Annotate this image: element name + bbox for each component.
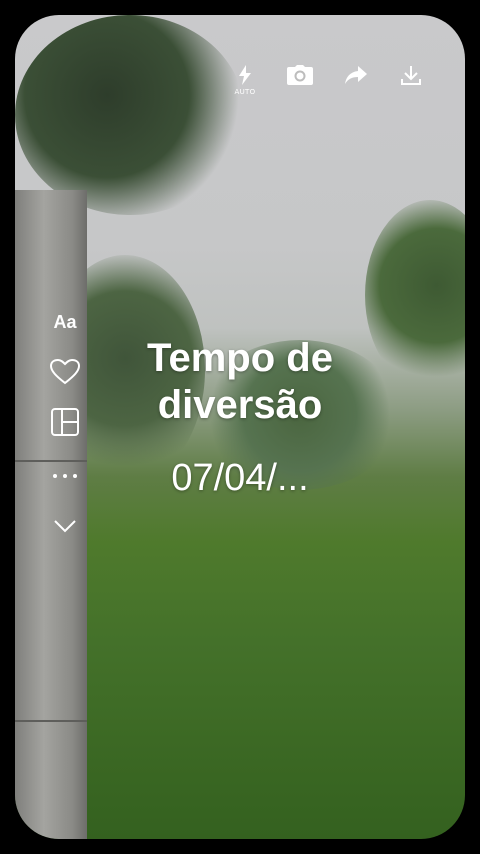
chevron-down-icon [54, 520, 76, 533]
camera-icon [287, 65, 314, 85]
text-style-icon: Aa [53, 311, 77, 332]
flash-icon [239, 65, 251, 85]
layout-icon [51, 408, 79, 436]
download-icon [400, 66, 421, 85]
collapse-button[interactable] [47, 508, 83, 544]
text-style-button[interactable]: Aa [47, 304, 83, 340]
flash-mode-label: AUTO [234, 88, 256, 96]
share-icon [344, 66, 367, 84]
heart-icon [50, 359, 80, 385]
tree-foliage [15, 15, 245, 215]
share-button[interactable] [339, 58, 373, 92]
flash-button[interactable]: AUTO [228, 58, 262, 96]
overlay-date: 07/04/... [171, 457, 309, 499]
overlay-title: Tempo de diversão [147, 336, 333, 427]
layout-button[interactable] [47, 404, 83, 440]
more-button[interactable] [47, 458, 83, 494]
camera-button[interactable] [283, 58, 317, 92]
tree-foliage [365, 200, 465, 390]
more-icon [53, 474, 77, 478]
download-button[interactable] [394, 58, 428, 92]
favorite-button[interactable] [47, 354, 83, 390]
side-toolbar: Aa [47, 304, 83, 544]
top-toolbar: AUTO [228, 58, 428, 96]
